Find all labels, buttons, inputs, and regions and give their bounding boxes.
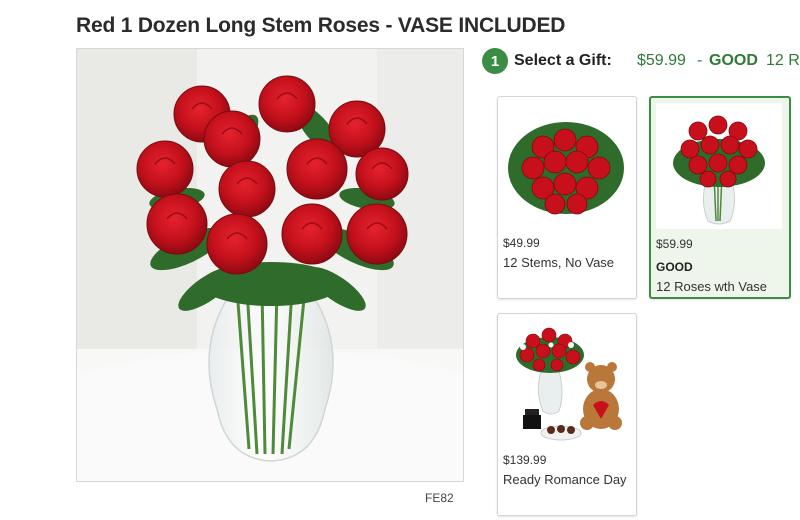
- gift-option-ready-romance-day[interactable]: $139.99 Ready Romance Day: [497, 313, 637, 516]
- option-thumbnail-roses-with-vase: [656, 103, 782, 229]
- option-thumbnail-romance-bundle: [503, 319, 629, 445]
- product-main-image[interactable]: [76, 48, 464, 482]
- rose-bouquet-illustration: [77, 49, 463, 481]
- gift-step-header: 1 Select a Gift: $59.99 - GOOD 12 R: [482, 48, 800, 76]
- option-thumbnail-roses-no-vase: [503, 102, 629, 228]
- step-label: Select a Gift:: [514, 52, 612, 69]
- step-number-badge: 1: [482, 48, 508, 74]
- selected-badge: GOOD: [709, 52, 758, 69]
- product-title: Red 1 Dozen Long Stem Roses - VASE INCLU…: [76, 14, 566, 37]
- price-separator: -: [697, 52, 703, 69]
- selected-price: $59.99: [637, 52, 686, 69]
- product-sku: FE82: [425, 491, 454, 505]
- option-quality-badge: GOOD: [656, 260, 693, 274]
- option-name: 12 Roses wth Vase: [656, 279, 768, 294]
- option-price: $139.99: [503, 453, 547, 467]
- gift-option-12-roses-with-vase[interactable]: $59.99 GOOD 12 Roses wth Vase: [649, 96, 791, 299]
- option-price: $49.99: [503, 236, 540, 250]
- option-price: $59.99: [656, 237, 693, 251]
- option-name: 12 Stems, No Vase: [503, 255, 615, 270]
- option-name: Ready Romance Day: [503, 472, 627, 487]
- selected-suffix: 12 R: [766, 52, 800, 69]
- gift-option-12-stems-no-vase[interactable]: $49.99 12 Stems, No Vase: [497, 96, 637, 299]
